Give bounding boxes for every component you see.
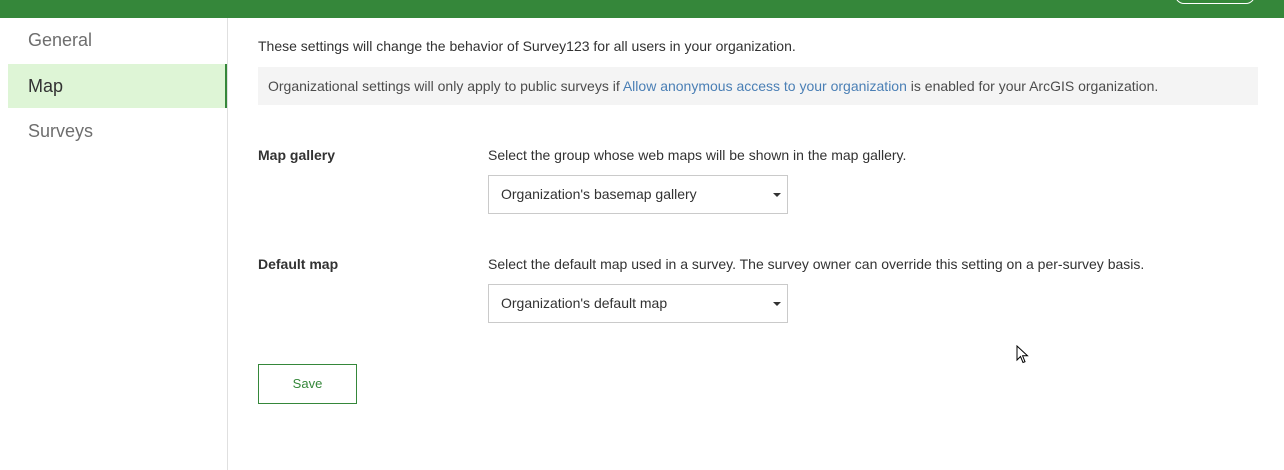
header-button[interactable] [1175,0,1255,4]
map-gallery-select[interactable]: Organization's basemap gallery [488,175,788,214]
sidebar-item-surveys[interactable]: Surveys [8,109,227,153]
sidebar-item-general[interactable]: General [8,18,227,62]
chevron-down-icon [773,193,781,197]
map-gallery-selected-value: Organization's basemap gallery [501,186,697,202]
default-map-description: Select the default map used in a survey.… [488,256,1145,272]
default-map-selected-value: Organization's default map [501,295,668,311]
intro-text: These settings will change the behavior … [258,38,796,54]
save-button[interactable]: Save [258,364,357,404]
map-gallery-description: Select the group whose web maps will be … [488,147,907,163]
notice-text-before: Organizational settings will only apply … [268,78,623,94]
chevron-down-icon [773,302,781,306]
default-map-select[interactable]: Organization's default map [488,284,788,323]
default-map-label: Default map [258,256,339,272]
map-gallery-label: Map gallery [258,147,336,163]
settings-sidebar: General Map Surveys [0,18,228,470]
notice-banner: Organizational settings will only apply … [258,67,1258,105]
anonymous-access-link[interactable]: Allow anonymous access to your organizat… [623,78,907,94]
mouse-cursor-icon [1016,345,1029,364]
sidebar-item-map[interactable]: Map [8,64,227,108]
top-header-bar [0,0,1284,18]
notice-text-after: is enabled for your ArcGIS organization. [906,78,1159,94]
